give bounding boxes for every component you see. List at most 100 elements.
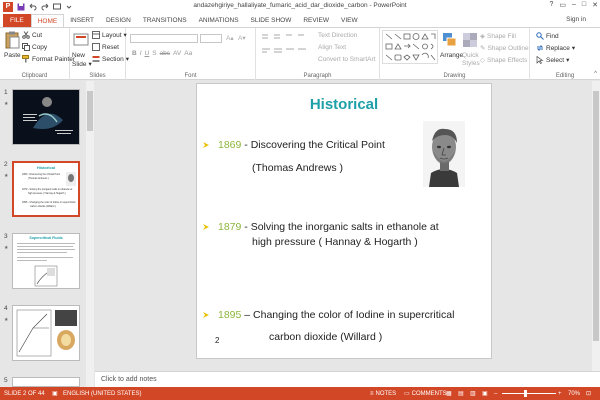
zoom-slider[interactable] xyxy=(502,393,556,394)
bullet-1-sub[interactable]: (Thomas Andrews ) xyxy=(252,162,343,174)
collapse-ribbon-icon[interactable]: ^ xyxy=(594,71,597,77)
tab-transitions[interactable]: TRANSITIONS xyxy=(137,14,193,27)
zoom-level[interactable]: 70% xyxy=(568,391,580,397)
slide-4-preview xyxy=(16,309,77,357)
font-group: A▴ A▾ B I U S abc AV Aa Font xyxy=(126,28,256,80)
thumbnail-image xyxy=(12,89,80,145)
arrow-bullet-icon xyxy=(203,312,209,318)
quick-styles-icon[interactable] xyxy=(462,32,478,50)
bullet-3-sub[interactable]: carbon dioxide (Willard ) xyxy=(269,331,382,343)
paste-icon[interactable] xyxy=(4,31,20,49)
tab-file[interactable]: FILE xyxy=(3,14,31,27)
minimize-icon[interactable]: – xyxy=(572,1,576,9)
replace-button[interactable]: Replace ▾ xyxy=(536,44,575,52)
slide-scrollbar[interactable] xyxy=(592,81,600,371)
quick-styles-button[interactable]: Quick xyxy=(462,52,479,59)
year-1879: 1879 xyxy=(218,221,242,233)
normal-view-icon[interactable]: ▦ xyxy=(446,390,452,397)
paragraph-group: Text Direction Align Text Convert to Sma… xyxy=(256,28,380,80)
language-indicator[interactable]: ENGLISH (UNITED STATES) xyxy=(63,391,141,397)
bullet-2-sub[interactable]: high pressure ( Hannay & Hogarth ) xyxy=(252,236,418,248)
tab-insert[interactable]: INSERT xyxy=(64,14,100,27)
notes-pane[interactable]: Click to add notes xyxy=(95,371,600,387)
arrange-button[interactable]: Arrange xyxy=(440,52,463,59)
font-size-field[interactable] xyxy=(200,34,222,43)
shapes-gallery[interactable] xyxy=(382,30,438,64)
shrink-font-button[interactable]: A▾ xyxy=(238,34,246,42)
scrollbar-thumb[interactable] xyxy=(593,91,599,341)
tab-design[interactable]: DESIGN xyxy=(100,14,137,27)
spelling-icon[interactable]: ▣ xyxy=(52,390,58,397)
new-slide-icon[interactable] xyxy=(73,31,89,49)
quick-styles-dropdown[interactable]: Styles xyxy=(462,60,480,67)
tab-home[interactable]: HOME xyxy=(30,14,65,27)
notes-button[interactable]: ≡ NOTES xyxy=(370,391,396,397)
new-slide-label-2: Slide xyxy=(72,60,87,68)
tab-view[interactable]: VIEW xyxy=(335,14,364,27)
layout-label: Layout xyxy=(102,31,122,39)
scrollbar-thumb[interactable] xyxy=(87,91,93,131)
font-name-field[interactable] xyxy=(130,34,198,43)
bullet-1[interactable]: 1869 - Discovering the Critical Point xyxy=(218,139,385,151)
bullet-text: – Changing the color of Iodine in superc… xyxy=(241,309,455,321)
format-painter-button[interactable]: Format Painter xyxy=(22,55,75,63)
help-icon[interactable]: ? xyxy=(549,1,553,9)
current-slide[interactable]: Historical 1869 - Discovering the Critic… xyxy=(196,83,492,359)
zoom-slider-handle[interactable] xyxy=(524,390,527,397)
paragraph-tools-icon[interactable] xyxy=(260,33,314,59)
reset-label: Reset xyxy=(102,43,119,51)
thumbnail-scrollbar[interactable] xyxy=(86,81,94,387)
bullet-2[interactable]: 1879 - Solving the inorganic salts in et… xyxy=(218,221,439,233)
text-direction-button[interactable]: Text Direction xyxy=(318,32,357,39)
tab-animations[interactable]: ANIMATIONS xyxy=(193,14,245,27)
shape-fill-button[interactable]: ◈ Shape Fill xyxy=(480,32,516,41)
thomas-andrews-portrait[interactable] xyxy=(423,121,465,187)
reading-view-icon[interactable]: ▥ xyxy=(470,390,476,397)
layout-button[interactable]: Layout ▾ xyxy=(92,31,127,39)
copy-button[interactable]: Copy xyxy=(22,43,47,51)
select-button[interactable]: Select ▾ xyxy=(536,56,569,64)
italic-button[interactable]: I xyxy=(140,50,142,57)
underline-button[interactable]: U xyxy=(145,50,150,57)
shape-effects-button[interactable]: ◇ Shape Effects xyxy=(480,56,528,65)
thumb-title: Historical xyxy=(36,165,56,170)
zoom-in-icon[interactable]: + xyxy=(558,391,562,397)
reset-button[interactable]: Reset xyxy=(92,43,119,51)
character-spacing-button[interactable]: AV xyxy=(173,50,181,57)
convert-smartart-button[interactable]: Convert to SmartArt xyxy=(318,56,375,63)
slideshow-view-icon[interactable]: ▣ xyxy=(482,390,488,397)
slide-title[interactable]: Historical xyxy=(197,96,491,113)
comments-label: COMMENTS xyxy=(411,390,447,397)
cursor-icon xyxy=(536,56,544,64)
new-slide-button[interactable]: New xyxy=(72,52,85,59)
new-slide-dropdown[interactable]: Slide ▾ xyxy=(72,60,92,69)
thumbnail-image xyxy=(12,377,80,387)
slide-counter: SLIDE 2 OF 44 xyxy=(4,390,45,397)
strikethrough-button[interactable]: abc xyxy=(160,50,170,57)
cut-button[interactable]: Cut xyxy=(22,31,42,39)
bullet-3[interactable]: 1895 – Changing the color of Iodine in s… xyxy=(218,309,454,321)
align-text-button[interactable]: Align Text xyxy=(318,44,346,51)
bold-button[interactable]: B xyxy=(132,50,137,57)
tab-slide-show[interactable]: SLIDE SHOW xyxy=(245,14,298,27)
slide-sorter-icon[interactable]: ▤ xyxy=(458,390,464,397)
zoom-out-icon[interactable]: – xyxy=(494,391,497,397)
fit-to-window-icon[interactable]: ⊡ xyxy=(586,390,591,397)
ribbon-display-icon[interactable]: ▭ xyxy=(559,1,566,9)
close-icon[interactable]: ✕ xyxy=(592,1,598,9)
arrange-icon[interactable] xyxy=(442,32,458,50)
find-button[interactable]: Find xyxy=(536,32,559,40)
paste-button[interactable]: Paste xyxy=(4,52,21,59)
maximize-icon[interactable]: □ xyxy=(582,1,586,9)
grow-font-button[interactable]: A▴ xyxy=(226,34,234,42)
shape-effects-label: Shape Effects xyxy=(487,56,528,64)
thumb-portrait xyxy=(66,172,76,186)
tab-review[interactable]: REVIEW xyxy=(297,14,335,27)
comments-button[interactable]: ▭ COMMENTS xyxy=(404,390,447,398)
sign-in-link[interactable]: Sign in xyxy=(566,16,586,23)
shadow-button[interactable]: S xyxy=(152,50,156,57)
change-case-button[interactable]: Aa xyxy=(184,50,192,57)
section-button[interactable]: Section ▾ xyxy=(92,55,129,63)
shape-outline-button[interactable]: ✎ Shape Outline xyxy=(480,44,529,53)
thumbnail-number: 5 xyxy=(4,377,8,384)
